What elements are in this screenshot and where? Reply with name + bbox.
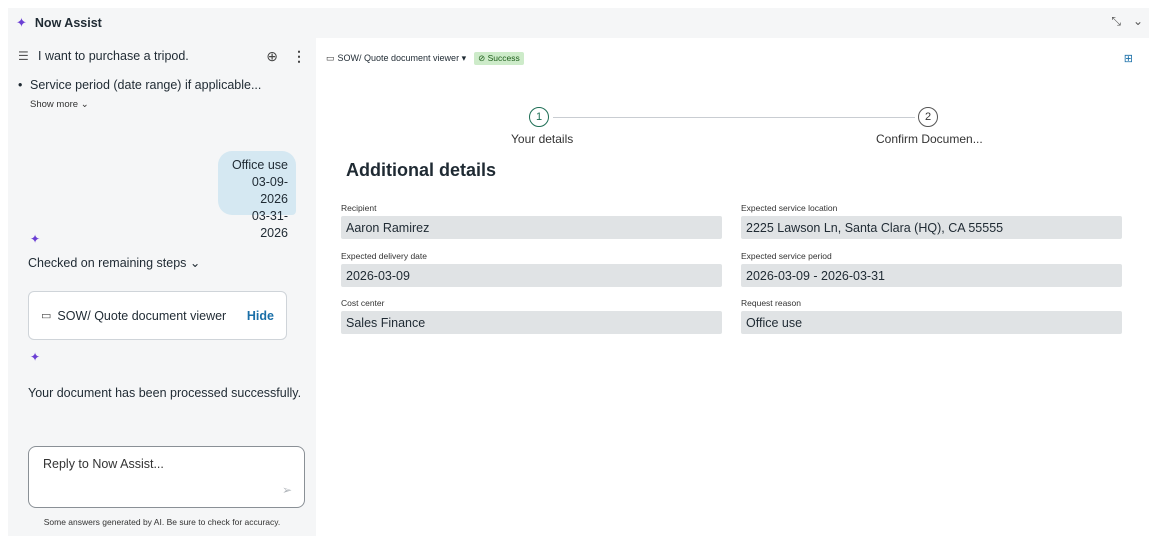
- cost-center-field: Cost center Sales Finance: [341, 298, 722, 334]
- delivery-date-field: Expected delivery date 2026-03-09: [341, 251, 722, 287]
- status-badge: ⊘ Success: [474, 52, 524, 65]
- menu-icon[interactable]: ☰: [18, 49, 38, 63]
- calendar-icon: ▭: [41, 310, 52, 322]
- document-card-title: SOW/ Quote document viewer: [57, 308, 227, 323]
- user-message-line: 03-09-2026: [251, 175, 288, 206]
- service-location-field: Expected service location 2225 Lawson Ln…: [741, 203, 1122, 239]
- field-label: Request reason: [741, 298, 802, 308]
- ai-disclaimer: Some answers generated by AI. Be sure to…: [43, 517, 281, 527]
- recipient-field: Recipient Aaron Ramirez: [341, 203, 722, 239]
- top-strip: [0, 0, 1149, 8]
- assistant-sparkle-icon: ✦: [30, 232, 41, 246]
- collapse-panel-icon[interactable]: ⊞: [1124, 52, 1133, 65]
- field-label: Expected service location: [741, 203, 838, 213]
- conversation-header: ☰ I want to purchase a tripod. ⊕ ⋮: [8, 44, 316, 68]
- field-value[interactable]: Sales Finance: [341, 311, 722, 334]
- app-title: Now Assist: [34, 16, 102, 30]
- assistant-message: Your document has been processed success…: [28, 386, 302, 400]
- step-1-circle[interactable]: 1: [529, 107, 549, 127]
- field-value[interactable]: Aaron Ramirez: [341, 216, 722, 239]
- step-2-circle[interactable]: 2: [918, 107, 938, 127]
- user-message-line: 03-31-2026: [251, 209, 288, 240]
- field-value[interactable]: 2026-03-09 - 2026-03-31: [741, 264, 1122, 287]
- reply-input[interactable]: Reply to Now Assist... ➢: [28, 446, 305, 508]
- new-chat-icon[interactable]: ⊕: [266, 48, 278, 65]
- document-card[interactable]: ▭ SOW/ Quote document viewer Hide: [28, 291, 287, 340]
- window-controls: ⤡ ⌄: [1111, 14, 1143, 29]
- calendar-icon: ▭: [326, 53, 335, 63]
- minimize-icon[interactable]: ⤡: [1111, 14, 1121, 29]
- step-1-label: Your details: [511, 132, 574, 146]
- service-period-field: Expected service period 2026-03-09 - 202…: [741, 251, 1122, 287]
- field-label: Cost center: [341, 298, 385, 308]
- field-label: Expected delivery date: [341, 251, 427, 261]
- step-connector: [553, 117, 915, 118]
- bullet-item: Service period (date range) if applicabl…: [18, 78, 261, 92]
- app-header: ✦ Now Assist ⤡ ⌄: [8, 8, 1149, 38]
- sparkle-icon: ✦: [16, 15, 27, 30]
- field-label: Expected service period: [741, 251, 832, 261]
- request-reason-field: Request reason Office use: [741, 298, 1122, 334]
- chevron-down-icon[interactable]: ⌄: [1133, 14, 1143, 29]
- more-options-icon[interactable]: ⋮: [292, 48, 306, 65]
- reply-placeholder: Reply to Now Assist...: [43, 457, 164, 471]
- checked-steps-toggle[interactable]: Checked on remaining steps ⌄: [28, 255, 200, 270]
- conversation-panel: ☰ I want to purchase a tripod. ⊕ ⋮ Servi…: [8, 38, 316, 536]
- assistant-sparkle-icon: ✦: [30, 350, 41, 364]
- step-2-label: Confirm Documen...: [876, 132, 983, 146]
- viewer-header: ▭ SOW/ Quote document viewer ▾ ⊘ Success: [326, 52, 524, 65]
- user-message-bubble: Office use 03-09-2026 03-31-2026: [218, 151, 296, 240]
- show-more-link[interactable]: Show more ⌄: [30, 99, 89, 110]
- viewer-title-dropdown[interactable]: SOW/ Quote document viewer ▾: [338, 53, 467, 64]
- field-value[interactable]: Office use: [741, 311, 1122, 334]
- user-message-line: Office use: [231, 158, 288, 172]
- field-value[interactable]: 2225 Lawson Ln, Santa Clara (HQ), CA 555…: [741, 216, 1122, 239]
- conversation-title: I want to purchase a tripod.: [38, 49, 189, 63]
- field-value[interactable]: 2026-03-09: [341, 264, 722, 287]
- send-icon[interactable]: ➢: [282, 483, 292, 497]
- hide-button[interactable]: Hide: [247, 309, 274, 323]
- section-title: Additional details: [346, 160, 497, 180]
- field-label: Recipient: [341, 203, 377, 213]
- stepper: 1 2 Your details Confirm Documen...: [326, 107, 1138, 147]
